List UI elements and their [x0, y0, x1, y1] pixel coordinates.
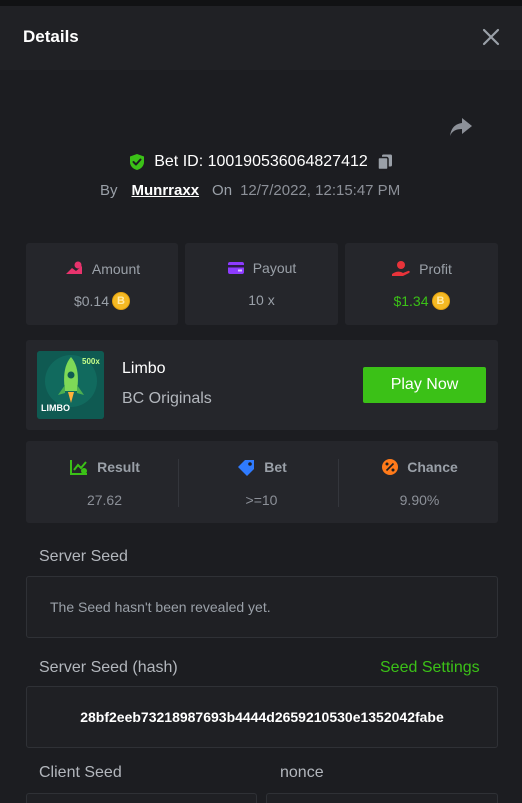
chance-label: Chance — [407, 459, 458, 475]
profit-label: Profit — [419, 261, 452, 277]
game-thumbnail[interactable]: 500x LIMBO — [37, 351, 104, 419]
amount-icon — [65, 261, 82, 274]
server-seed-hash-box: 28bf2eeb73218987693b4444d2659210530e1352… — [26, 686, 498, 748]
bet-tag-icon — [238, 460, 255, 476]
bet-label: Bet — [264, 459, 287, 475]
result-value: 27.62 — [86, 492, 123, 508]
profit-value: $1.34 — [393, 293, 429, 309]
game-name: Limbo — [122, 360, 166, 377]
nonce-label: nonce — [280, 764, 324, 781]
username-link[interactable]: Munrraxx — [132, 182, 200, 199]
server-seed-label: Server Seed — [39, 548, 128, 565]
chance-value: 9.90% — [399, 492, 440, 508]
bet-id-row: Bet ID: 100190536064827412 — [0, 150, 522, 174]
bet-col: Bet >=10 — [183, 441, 340, 523]
on-label: On — [212, 181, 233, 199]
server-seed-box: The Seed hasn't been revealed yet. — [26, 576, 498, 638]
nonce-field[interactable] — [266, 793, 498, 803]
details-header: Details — [0, 6, 522, 70]
bet-meta-row: By Munrraxx On 12/7/2022, 12:15:47 PM — [100, 180, 400, 200]
payout-card: Payout 10 x — [185, 243, 338, 325]
game-card: 500x LIMBO Limbo BC Originals Play Now — [26, 340, 498, 430]
payout-icon — [227, 262, 244, 274]
shield-check-icon — [130, 154, 145, 170]
result-card: Result 27.62 Bet >=10 Chance 9.90% — [26, 441, 498, 523]
coin-icon: B — [431, 292, 450, 310]
server-seed-value: The Seed hasn't been revealed yet. — [50, 599, 271, 615]
game-provider: BC Originals — [122, 390, 212, 407]
payout-label: Payout — [252, 260, 297, 276]
coin-icon: B — [112, 292, 131, 310]
bet-id-text: Bet ID: 100190536064827412 — [154, 153, 368, 170]
profit-icon — [392, 261, 410, 276]
payout-value: 10 x — [248, 292, 275, 308]
server-seed-hash-value: 28bf2eeb73218987693b4444d2659210530e1352… — [80, 709, 444, 725]
play-now-button[interactable]: Play Now — [363, 367, 486, 403]
bet-date: 12/7/2022, 12:15:47 PM — [240, 181, 401, 199]
percent-icon — [382, 459, 399, 475]
by-label: By — [100, 181, 118, 199]
thumb-logo: LIMBO — [41, 403, 70, 413]
amount-value: $0.14 — [73, 293, 110, 309]
bet-value: >=10 — [245, 492, 278, 508]
client-seed-field[interactable] — [26, 793, 257, 803]
thumb-badge: 500x — [82, 357, 100, 366]
page-title: Details — [23, 27, 79, 46]
copy-icon[interactable] — [376, 153, 394, 171]
close-icon[interactable] — [480, 26, 502, 48]
server-seed-hash-label: Server Seed (hash) — [39, 659, 178, 676]
share-icon[interactable] — [448, 114, 474, 140]
result-label: Result — [97, 459, 140, 475]
divider — [178, 459, 179, 507]
chance-col: Chance 9.90% — [341, 441, 498, 523]
result-col: Result 27.62 — [26, 441, 183, 523]
result-icon — [70, 460, 88, 475]
client-seed-label: Client Seed — [39, 764, 122, 781]
amount-label: Amount — [91, 261, 141, 277]
profit-card: Profit $1.34 B — [345, 243, 498, 325]
amount-card: Amount $0.14 B — [26, 243, 178, 325]
seed-settings-link[interactable]: Seed Settings — [380, 659, 480, 677]
divider — [338, 459, 339, 507]
